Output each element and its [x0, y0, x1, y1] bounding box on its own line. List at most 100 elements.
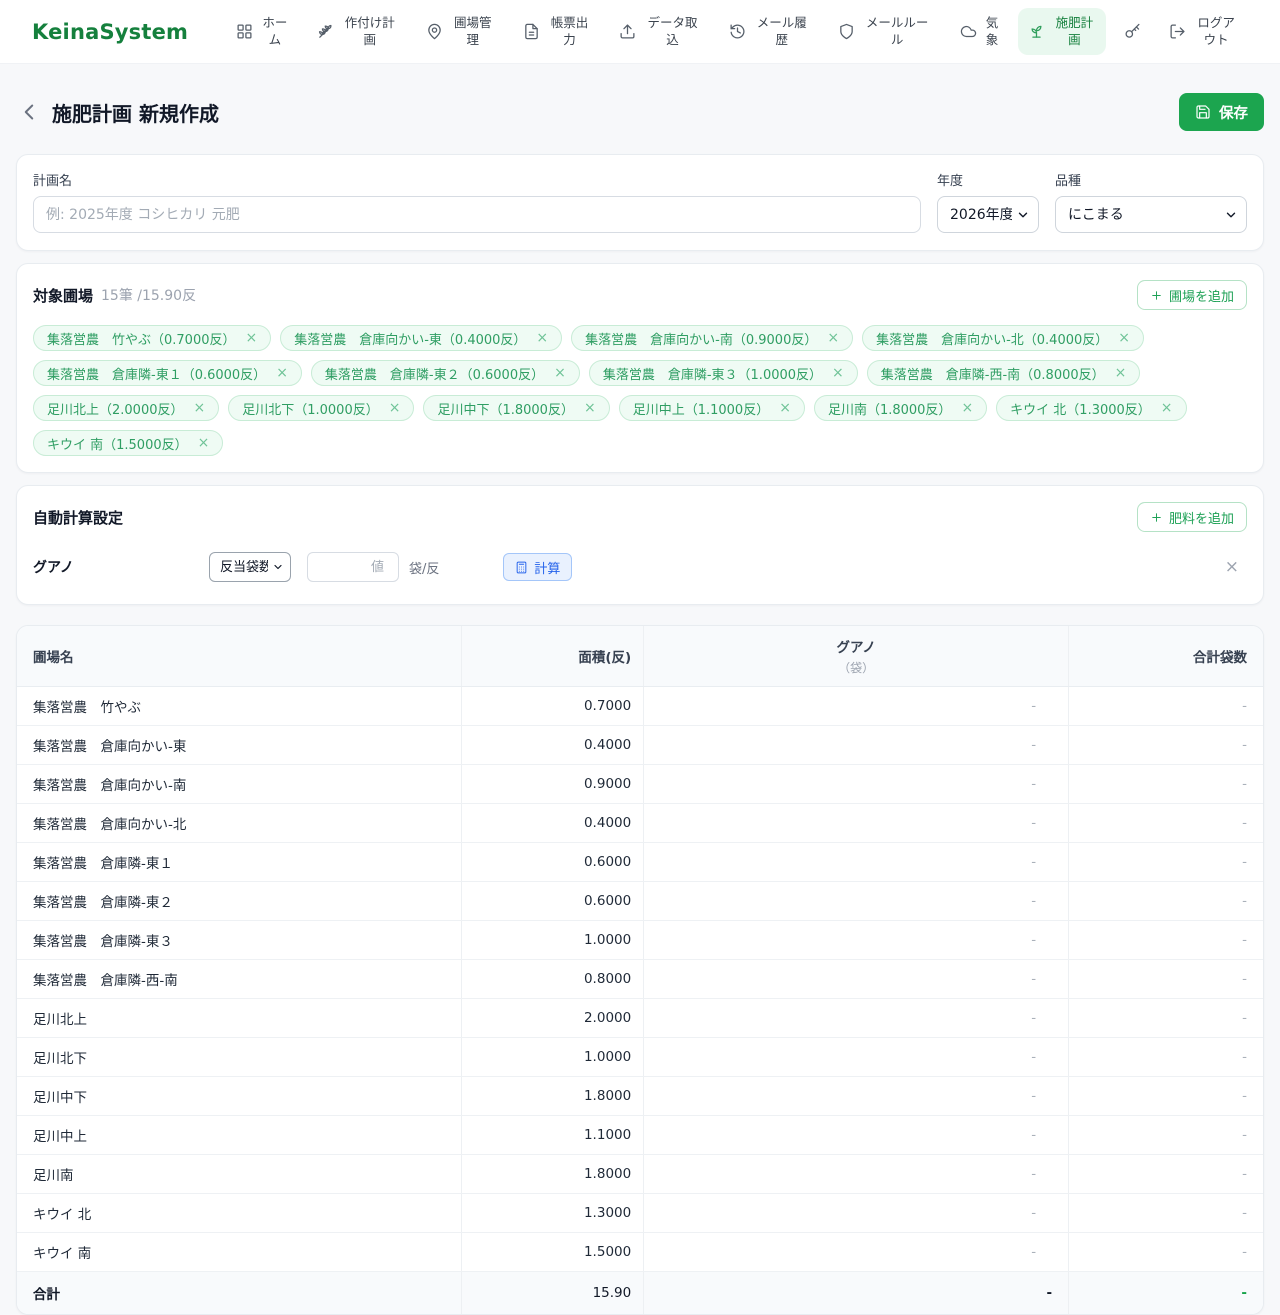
remove-tag-icon[interactable]: ×: [1115, 366, 1127, 380]
history-icon: [729, 23, 746, 40]
nav-item-label: メール履歴: [756, 14, 807, 47]
cell-total: -: [1068, 1193, 1263, 1233]
cell-field-name: 集落営農 倉庫隣-東１: [17, 842, 462, 882]
remove-tag-icon[interactable]: ×: [1118, 331, 1130, 345]
year-select[interactable]: 2026年度: [937, 196, 1039, 233]
header-field-name: 圃場名: [17, 626, 462, 687]
field-tag-label: 足川南（1.8000反）: [827, 402, 952, 418]
plan-name-label: 計画名: [33, 174, 73, 189]
field-tag: 足川中下（1.8000反） ×: [423, 395, 610, 421]
save-button[interactable]: 保存: [1179, 93, 1264, 131]
remove-tag-icon[interactable]: ×: [246, 331, 258, 345]
cell-field-name: 集落営農 倉庫隣-東３: [17, 920, 462, 960]
nav-item-weather[interactable]: 気象: [950, 8, 1010, 56]
field-tag-label: 集落営農 倉庫隣-東３（1.0000反）: [602, 367, 823, 383]
key-icon: [1124, 23, 1141, 40]
cell-area: 0.7000: [461, 686, 644, 726]
cell-guano: -: [643, 1154, 1069, 1194]
cell-area: 1.8000: [461, 1154, 644, 1194]
header-guano: グアノ （袋）: [643, 626, 1069, 687]
cell-field-name: 集落営農 倉庫向かい-北: [17, 803, 462, 843]
field-tag: 集落営農 倉庫向かい-南（0.9000反） ×: [571, 325, 854, 351]
cell-field-name: 足川中上: [17, 1115, 462, 1155]
cell-field-name: 集落営農 倉庫隣-西-南: [17, 959, 462, 999]
year-label: 年度: [937, 174, 964, 189]
calc-method-select[interactable]: 反当袋数: [209, 552, 291, 582]
remove-tag-icon[interactable]: ×: [389, 401, 401, 415]
nav-item-home[interactable]: ホーム: [226, 8, 299, 56]
remove-tag-icon[interactable]: ×: [536, 331, 548, 345]
cell-field-name: 足川北上: [17, 998, 462, 1038]
field-tag-label: キウイ 南（1.5000反）: [47, 437, 188, 453]
nav-item-fertilization[interactable]: 施肥計画: [1017, 7, 1107, 56]
nav-item-import[interactable]: データ取込: [609, 8, 710, 56]
remove-tag-icon[interactable]: ×: [276, 366, 288, 380]
cell-total: -: [1068, 803, 1263, 843]
plan-name-group: 計画名: [33, 170, 921, 233]
fields-table-card: 圃場名 面積(反) グアノ （袋） 合計袋数 集落営農 竹やぶ 0.7000 -: [16, 625, 1264, 1315]
cell-total: -: [1068, 998, 1263, 1038]
cell-total: -: [1068, 881, 1263, 921]
nav-item-fields[interactable]: 圃場管理: [416, 8, 505, 56]
remove-tag-icon[interactable]: ×: [584, 401, 596, 415]
nav-item-mail-rules[interactable]: メールルール: [828, 8, 942, 56]
remove-fertilizer-icon[interactable]: ×: [1225, 558, 1239, 576]
nav-item-mail-history[interactable]: メール履歴: [719, 8, 820, 56]
cell-total: -: [1068, 920, 1263, 960]
variety-group: 品種 にこまる: [1055, 170, 1247, 233]
header-guano-unit: （袋）: [838, 661, 875, 675]
table-row: 集落営農 竹やぶ 0.7000 - -: [17, 686, 1263, 726]
logout-icon: [1169, 23, 1186, 40]
add-field-button[interactable]: 圃場を追加: [1136, 280, 1247, 310]
year-group: 年度 2026年度: [937, 170, 1039, 233]
pin-icon: [426, 23, 443, 40]
nav-item-logout[interactable]: ログアウト: [1159, 8, 1248, 56]
variety-label: 品種: [1055, 174, 1082, 189]
remove-tag-icon[interactable]: ×: [961, 401, 973, 415]
cell-field-name: 集落営農 倉庫向かい-南: [17, 764, 462, 804]
target-fields-card: 対象圃場 15筆 /15.90反 圃場を追加 集落営農 竹やぶ（0.7000反）…: [16, 263, 1264, 473]
plan-name-input[interactable]: [33, 196, 921, 233]
fields-table: 圃場名 面積(反) グアノ （袋） 合計袋数 集落営農 竹やぶ 0.7000 -: [17, 626, 1263, 1314]
header-area: 面積(反): [461, 626, 644, 687]
cell-area: 1.5000: [461, 1232, 644, 1272]
remove-tag-icon[interactable]: ×: [554, 366, 566, 380]
remove-tag-icon[interactable]: ×: [827, 331, 839, 345]
table-row: 集落営農 倉庫向かい-南 0.9000 - -: [17, 764, 1263, 804]
cell-guano: -: [643, 1037, 1069, 1077]
table-header-row: 圃場名 面積(反) グアノ （袋） 合計袋数: [17, 626, 1263, 687]
nav-item-key[interactable]: [1114, 16, 1151, 47]
cell-total: -: [1068, 764, 1263, 804]
grid-icon: [236, 23, 253, 40]
calc-value-input[interactable]: [307, 552, 399, 582]
cell-area: 1.0000: [461, 1037, 644, 1077]
cell-area: 1.0000: [461, 920, 644, 960]
footer-area: 15.90: [461, 1271, 644, 1314]
fertilizer-name: グアノ: [33, 560, 74, 576]
brand-logo[interactable]: KeinaSystem: [32, 20, 188, 44]
remove-tag-icon[interactable]: ×: [194, 401, 206, 415]
nav-item-reports[interactable]: 帳票出力: [513, 8, 602, 56]
nav-item-label: データ取込: [647, 14, 698, 47]
table-row: 足川北上 2.0000 - -: [17, 998, 1263, 1038]
field-tag-label: 足川中下（1.8000反）: [437, 402, 574, 418]
main-nav: ホーム 作付け計画 圃場管理 帳票出力 データ取込 メール履歴 メールルール 気…: [226, 7, 1248, 56]
add-fertilizer-button[interactable]: 肥料を追加: [1136, 502, 1247, 532]
remove-tag-icon[interactable]: ×: [1161, 401, 1173, 415]
cell-total: -: [1068, 1076, 1263, 1116]
nav-item-planting[interactable]: 作付け計画: [307, 8, 408, 56]
cell-total: -: [1068, 725, 1263, 765]
cell-guano: -: [643, 920, 1069, 960]
remove-tag-icon[interactable]: ×: [832, 366, 844, 380]
nav-item-label: 圃場管理: [453, 14, 492, 47]
calculate-button[interactable]: 計算: [503, 553, 573, 581]
remove-tag-icon[interactable]: ×: [779, 401, 791, 415]
cell-area: 0.9000: [461, 764, 644, 804]
cell-guano: -: [643, 1076, 1069, 1116]
back-chevron-icon[interactable]: [16, 99, 42, 125]
remove-tag-icon[interactable]: ×: [198, 436, 210, 450]
auto-calc-title: 自動計算設定: [33, 508, 124, 527]
fertilizer-row: グアノ 反当袋数 袋/反 計算 ×: [33, 552, 1247, 582]
variety-select[interactable]: にこまる: [1055, 196, 1247, 233]
cell-total: -: [1068, 842, 1263, 882]
